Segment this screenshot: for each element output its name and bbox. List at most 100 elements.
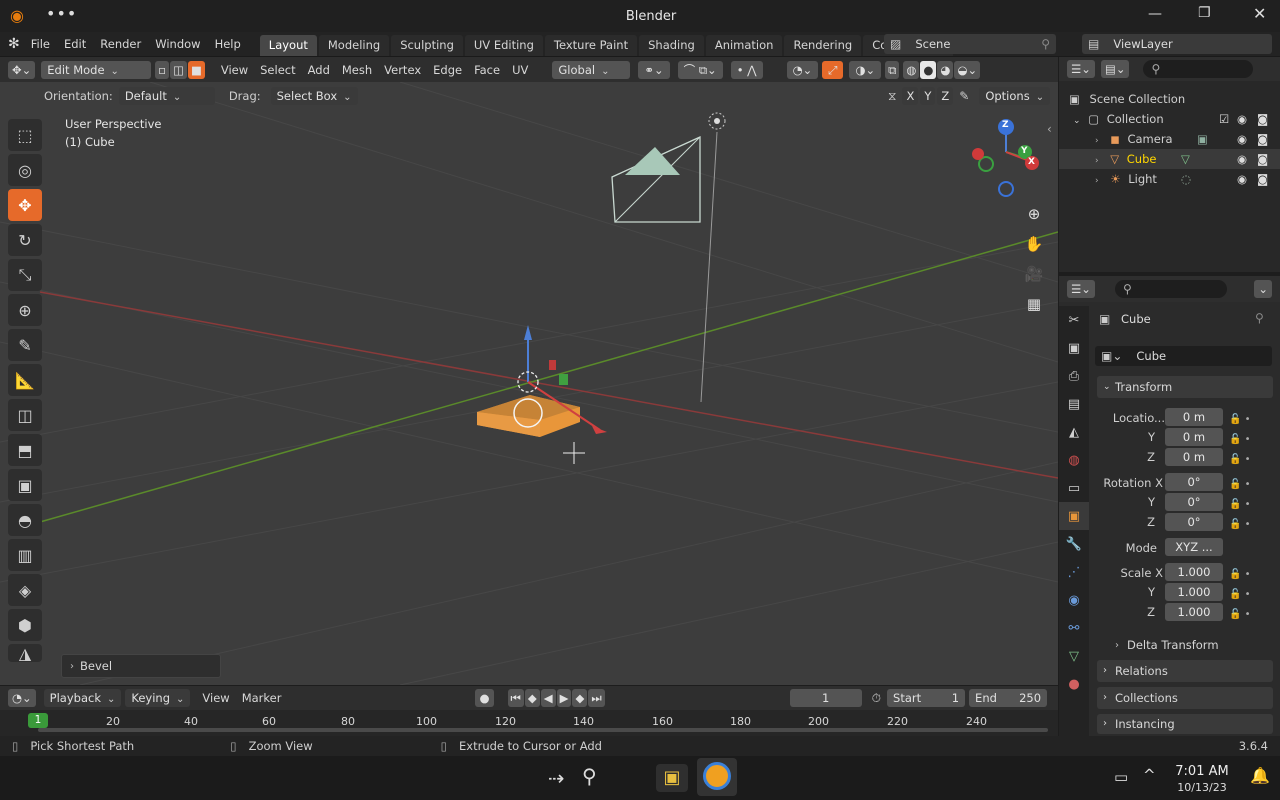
- keying-menu[interactable]: Keying: [125, 689, 191, 707]
- camera-object[interactable]: [611, 135, 701, 223]
- vertex-select-icon[interactable]: ▫: [155, 60, 170, 79]
- snap-icon[interactable]: ⌒ ⧉⌄: [677, 60, 723, 79]
- outliner-search-input[interactable]: ⚲: [1143, 60, 1254, 78]
- lock-icon[interactable]: 🔓 •: [1229, 565, 1269, 585]
- scale-tool-icon[interactable]: ⤡: [8, 259, 42, 291]
- collection-row[interactable]: ⌄ ▢ Collection ☑ ◉ ◙: [1059, 109, 1280, 129]
- sidebar-toggle-icon[interactable]: ‹: [1047, 122, 1052, 136]
- mirror-x-toggle[interactable]: X: [902, 87, 919, 105]
- inset-tool-icon[interactable]: ▣: [8, 469, 42, 501]
- notification-bell-icon[interactable]: 🔔: [1250, 766, 1270, 785]
- menu-face[interactable]: Face: [468, 60, 506, 80]
- spin-tool-icon[interactable]: ◮: [8, 644, 42, 662]
- minimize-icon[interactable]: —: [1148, 6, 1162, 22]
- pan-hand-icon[interactable]: ✋: [1021, 231, 1047, 257]
- outliner-item-camera[interactable]: › ◼ Camera ▣ ◉ ◙: [1059, 129, 1280, 149]
- store-app-icon[interactable]: ▣: [656, 764, 688, 792]
- timeline-ruler[interactable]: 1 20 40 60 80 100 120 140 160 180 200 22…: [0, 710, 1058, 736]
- location-z-field[interactable]: 0 m: [1165, 448, 1223, 466]
- menu-render[interactable]: Render: [93, 33, 148, 55]
- clock-date[interactable]: 10/13/23: [1170, 781, 1234, 794]
- clock-time[interactable]: 7:01 AM: [1170, 764, 1234, 779]
- visibility-eye-icon[interactable]: ◉: [1237, 129, 1247, 149]
- wrench-icon[interactable]: ✎: [959, 89, 969, 103]
- play-icon[interactable]: ▶: [556, 689, 572, 707]
- render-camera-icon[interactable]: ◙: [1257, 149, 1268, 169]
- play-reverse-icon[interactable]: ◀: [540, 689, 556, 707]
- lock-icon[interactable]: 🔓 •: [1229, 450, 1269, 470]
- maximize-icon[interactable]: ❐: [1198, 5, 1211, 21]
- tool-tab-icon[interactable]: ✂: [1059, 306, 1089, 334]
- timeline-editor-icon[interactable]: ◔⌄: [8, 689, 36, 707]
- chevron-up-icon[interactable]: ^: [1143, 766, 1156, 784]
- rotate-tool-icon[interactable]: ↻: [8, 224, 42, 256]
- wireframe-shading-icon[interactable]: ◍: [903, 60, 920, 79]
- solid-shading-icon[interactable]: ●: [920, 60, 937, 79]
- object-tab-icon[interactable]: ▣: [1059, 502, 1089, 530]
- measure-tool-icon[interactable]: 📐: [8, 364, 42, 396]
- lock-icon[interactable]: 🔓 •: [1229, 430, 1269, 450]
- menu-window[interactable]: Window: [148, 33, 207, 55]
- timeline-scrollbar[interactable]: [38, 728, 1048, 732]
- current-frame-marker[interactable]: 1: [28, 713, 48, 728]
- end-frame-field[interactable]: End 250: [969, 689, 1048, 707]
- mirror-z-toggle[interactable]: Z: [937, 87, 954, 105]
- properties-editor-icon[interactable]: ☰⌄: [1067, 280, 1095, 298]
- location-x-field[interactable]: 0 m: [1165, 408, 1223, 426]
- timeline-view-menu[interactable]: View: [196, 688, 235, 708]
- rotation-z-field[interactable]: 0°: [1165, 513, 1223, 531]
- location-y-field[interactable]: 0 m: [1165, 428, 1223, 446]
- transform-tool-icon[interactable]: ⊕: [8, 294, 42, 326]
- tab-modeling[interactable]: Modeling: [318, 35, 390, 56]
- cursor-tool-icon[interactable]: ◎: [8, 154, 42, 186]
- overlay-toggle-icon[interactable]: ◑⌄: [849, 60, 882, 79]
- checkbox-icon[interactable]: ☑: [1219, 109, 1229, 129]
- lock-icon[interactable]: 🔓 •: [1229, 495, 1269, 515]
- edge-select-icon[interactable]: ◫: [170, 60, 187, 79]
- rendered-shading-icon[interactable]: ◒⌄: [954, 60, 981, 79]
- render-camera-icon[interactable]: ◙: [1257, 109, 1268, 129]
- scene-tab-icon[interactable]: ◭: [1059, 418, 1089, 446]
- menu-help[interactable]: Help: [208, 33, 248, 55]
- scale-z-field[interactable]: 1.000: [1165, 603, 1223, 621]
- menu-view[interactable]: View: [215, 60, 254, 80]
- modifier-tab-icon[interactable]: 🔧: [1059, 530, 1089, 558]
- outliner-editor-icon[interactable]: ☰⌄: [1067, 60, 1095, 78]
- tab-texture-paint[interactable]: Texture Paint: [544, 35, 638, 56]
- menu-edit[interactable]: Edit: [57, 33, 93, 55]
- mode-dropdown[interactable]: Edit Mode: [41, 60, 152, 79]
- tab-animation[interactable]: Animation: [705, 35, 783, 56]
- output-tab-icon[interactable]: ⎙: [1059, 362, 1089, 390]
- current-frame-field[interactable]: 1: [789, 689, 862, 707]
- relations-panel-header[interactable]: › Relations: [1097, 660, 1273, 682]
- expand-icon[interactable]: ›: [1095, 176, 1099, 186]
- pivot-icon[interactable]: ⚭⌄: [638, 60, 670, 79]
- orientation-dropdown[interactable]: Default: [118, 87, 215, 105]
- lock-icon[interactable]: 🔓 •: [1229, 475, 1269, 495]
- ortho-grid-icon[interactable]: ▦: [1021, 291, 1047, 317]
- extrude-tool-icon[interactable]: ⬒: [8, 434, 42, 466]
- expand-icon[interactable]: ›: [1095, 156, 1099, 166]
- render-camera-icon[interactable]: ◙: [1257, 169, 1268, 189]
- jump-start-icon[interactable]: ⏮: [507, 689, 524, 707]
- start-frame-field[interactable]: Start 1: [887, 689, 966, 707]
- gizmo-toggle-icon[interactable]: ⤢: [822, 60, 844, 79]
- rotation-x-field[interactable]: 0°: [1165, 473, 1223, 491]
- rotation-y-field[interactable]: 0°: [1165, 493, 1223, 511]
- collections-panel-header[interactable]: › Collections: [1097, 687, 1273, 709]
- xray-toggle-icon[interactable]: ⧉: [885, 60, 900, 79]
- visibility-eye-icon[interactable]: ◉: [1237, 169, 1247, 189]
- clock-icon[interactable]: ⏱: [872, 691, 881, 706]
- network-icon[interactable]: ▭: [1114, 768, 1128, 786]
- lock-icon[interactable]: 🔓 •: [1229, 605, 1269, 625]
- outliner-item-cube[interactable]: › ▽ Cube ▽ ◉ ◙: [1059, 149, 1280, 169]
- material-tab-icon[interactable]: ●: [1059, 670, 1089, 698]
- jump-keyframe-forward-icon[interactable]: ◆: [572, 689, 588, 707]
- select-box-tool-icon[interactable]: ⬚: [8, 119, 42, 151]
- lock-icon[interactable]: 🔓 •: [1229, 515, 1269, 535]
- visibility-eye-icon[interactable]: ◉: [1237, 109, 1247, 129]
- playback-menu[interactable]: Playback: [43, 689, 122, 707]
- outliner-item-light[interactable]: › ☀ Light ◌ ◉ ◙: [1059, 169, 1280, 189]
- tab-uv-editing[interactable]: UV Editing: [464, 35, 543, 56]
- delta-transform-header[interactable]: › Delta Transform: [1115, 636, 1219, 654]
